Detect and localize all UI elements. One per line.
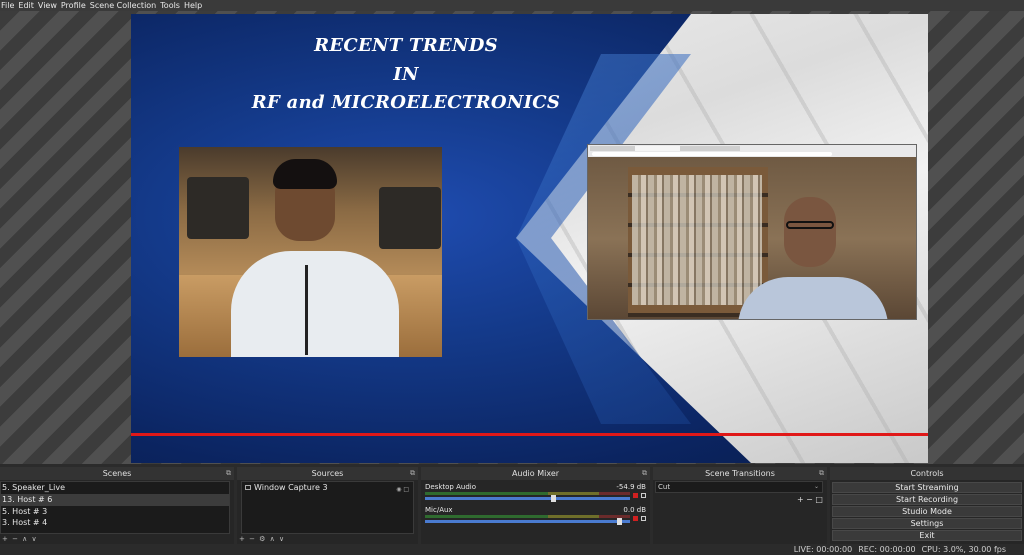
controls-dock: Controls Start Streaming Start Recording…	[830, 467, 1024, 544]
scenes-list[interactable]: 5. Speaker_Live 13. Host # 6 5. Host # 3…	[0, 481, 230, 534]
channel-name: Mic/Aux	[425, 506, 453, 514]
status-bar: LIVE: 00:00:00 REC: 00:00:00 CPU: 3.0%, 30…	[0, 544, 1024, 555]
transition-add-remove[interactable]: + − □	[797, 495, 823, 504]
mixer-channel-desktop: Desktop Audio -54.9 dB	[423, 481, 648, 504]
browser-address-bar	[592, 152, 832, 156]
transition-selected: Cut	[658, 483, 671, 491]
cpu-status: CPU: 3.0%, 30.00 fps	[921, 545, 1006, 554]
scene-item[interactable]: 13. Host # 6	[1, 493, 229, 506]
microphone	[305, 265, 308, 355]
volume-fader[interactable]	[425, 520, 630, 523]
studio-mode-button[interactable]: Studio Mode	[832, 506, 1022, 517]
exit-button[interactable]: Exit	[832, 530, 1022, 541]
scenes-dock: Scenes ⧉ 5. Speaker_Live 13. Host # 6 5.…	[0, 467, 234, 544]
browser-tabs	[590, 146, 740, 151]
mixer-header: Audio Mixer ⧉	[421, 467, 650, 480]
audio-mixer-dock: Audio Mixer ⧉ Desktop Audio -54.9 dB Mic…	[421, 467, 650, 544]
window-icon	[245, 485, 251, 490]
scene-item[interactable]: 5. Host # 3	[1, 506, 229, 518]
channel-name: Desktop Audio	[425, 483, 476, 491]
source-item[interactable]: Window Capture 3 ◉ □	[242, 482, 413, 494]
speaker-room	[588, 157, 916, 319]
preview-area[interactable]: RECENT TRENDS IN RF and MICROELECTRONICS	[0, 11, 1024, 464]
scenes-toolbar[interactable]: + − ∧ ∨	[2, 535, 38, 544]
settings-button[interactable]: Settings	[832, 518, 1022, 529]
dock-float-icon[interactable]: ⧉	[410, 467, 415, 480]
person-hair	[273, 159, 337, 189]
sources-dock: Sources ⧉ Window Capture 3 ◉ □ + − ⚙ ∧ ∨	[237, 467, 418, 544]
scenes-title: Scenes	[102, 469, 132, 478]
title-line-2: IN	[393, 63, 419, 85]
slide-title: RECENT TRENDS IN RF and MICROELECTRONICS	[171, 32, 641, 118]
visibility-lock-icons[interactable]: ◉ □	[396, 484, 409, 496]
mixer-body: Desktop Audio -54.9 dB Mic/Aux 0.0 dB	[421, 481, 650, 544]
fader-knob[interactable]	[551, 495, 556, 502]
controls-title: Controls	[910, 469, 944, 478]
host-video-feed	[179, 147, 442, 357]
source-item-label: Window Capture 3	[254, 483, 328, 492]
rec-status: REC: 00:00:00	[858, 545, 916, 554]
red-divider-line	[131, 433, 928, 436]
background-chair	[379, 187, 441, 249]
menu-file[interactable]: File	[0, 0, 17, 11]
transitions-title: Scene Transitions	[705, 469, 775, 478]
glasses	[786, 221, 834, 229]
speaker-window-capture	[587, 144, 917, 320]
scene-transitions-dock: Scene Transitions ⧉ Cut ⌄ + − □	[653, 467, 827, 544]
volume-fader[interactable]	[425, 497, 630, 500]
channel-db: 0.0 dB	[623, 506, 646, 514]
person-head	[784, 197, 836, 267]
preview-canvas[interactable]: RECENT TRENDS IN RF and MICROELECTRONICS	[131, 14, 928, 463]
menu-edit[interactable]: Edit	[17, 0, 37, 11]
menu-profile[interactable]: Profile	[60, 0, 89, 11]
controls-header: Controls	[830, 467, 1024, 480]
scene-item[interactable]: 5. Speaker_Live	[1, 482, 229, 494]
sources-header: Sources ⧉	[237, 467, 418, 480]
dock-area: Scenes ⧉ 5. Speaker_Live 13. Host # 6 5.…	[0, 467, 1024, 544]
mute-icon[interactable]	[633, 493, 638, 498]
mixer-channel-mic: Mic/Aux 0.0 dB	[423, 504, 648, 527]
sources-body: Window Capture 3 ◉ □ + − ⚙ ∧ ∨	[237, 481, 418, 544]
menu-scene-collection[interactable]: Scene Collection	[89, 0, 160, 11]
fader-knob[interactable]	[617, 518, 622, 525]
background-chair	[187, 177, 249, 239]
transitions-body: Cut ⌄ + − □	[653, 481, 827, 544]
status-text: LIVE: 00:00:00 REC: 00:00:00 CPU: 3.0%, 30…	[788, 544, 1006, 555]
gear-icon[interactable]	[641, 493, 646, 498]
menu-help[interactable]: Help	[183, 0, 205, 11]
transition-select[interactable]: Cut ⌄	[655, 481, 823, 493]
scenes-header: Scenes ⧉	[0, 467, 234, 480]
menu-bar: File Edit View Profile Scene Collection …	[0, 0, 1024, 11]
obs-window: File Edit View Profile Scene Collection …	[0, 0, 1024, 555]
live-status: LIVE: 00:00:00	[793, 545, 853, 554]
mixer-title: Audio Mixer	[511, 469, 560, 478]
sources-title: Sources	[311, 469, 344, 478]
dock-float-icon[interactable]: ⧉	[642, 467, 647, 480]
person-body	[231, 251, 399, 357]
chevron-down-icon: ⌄	[813, 483, 819, 490]
dock-float-icon[interactable]: ⧉	[226, 467, 231, 480]
sources-toolbar[interactable]: + − ⚙ ∧ ∨	[239, 535, 285, 544]
title-line-3: RF and MICROELECTRONICS	[251, 92, 561, 113]
menu-view[interactable]: View	[37, 0, 60, 11]
browser-toolbar	[588, 145, 916, 157]
books	[632, 175, 762, 305]
dock-float-icon[interactable]: ⧉	[819, 467, 824, 480]
scenes-body: 5. Speaker_Live 13. Host # 6 5. Host # 3…	[0, 481, 234, 544]
menu-tools[interactable]: Tools	[159, 0, 183, 11]
volume-meter	[425, 515, 630, 518]
scene-item[interactable]: 3. Host # 4	[1, 517, 229, 529]
controls-body: Start Streaming Start Recording Studio M…	[830, 481, 1024, 544]
start-recording-button[interactable]: Start Recording	[832, 494, 1022, 505]
start-streaming-button[interactable]: Start Streaming	[832, 482, 1022, 493]
sources-list[interactable]: Window Capture 3 ◉ □	[241, 481, 414, 534]
title-line-1: RECENT TRENDS	[314, 35, 498, 56]
volume-meter	[425, 492, 630, 495]
transitions-header: Scene Transitions ⧉	[653, 467, 827, 480]
channel-db: -54.9 dB	[616, 483, 646, 491]
mute-icon[interactable]	[633, 516, 638, 521]
gear-icon[interactable]	[641, 516, 646, 521]
